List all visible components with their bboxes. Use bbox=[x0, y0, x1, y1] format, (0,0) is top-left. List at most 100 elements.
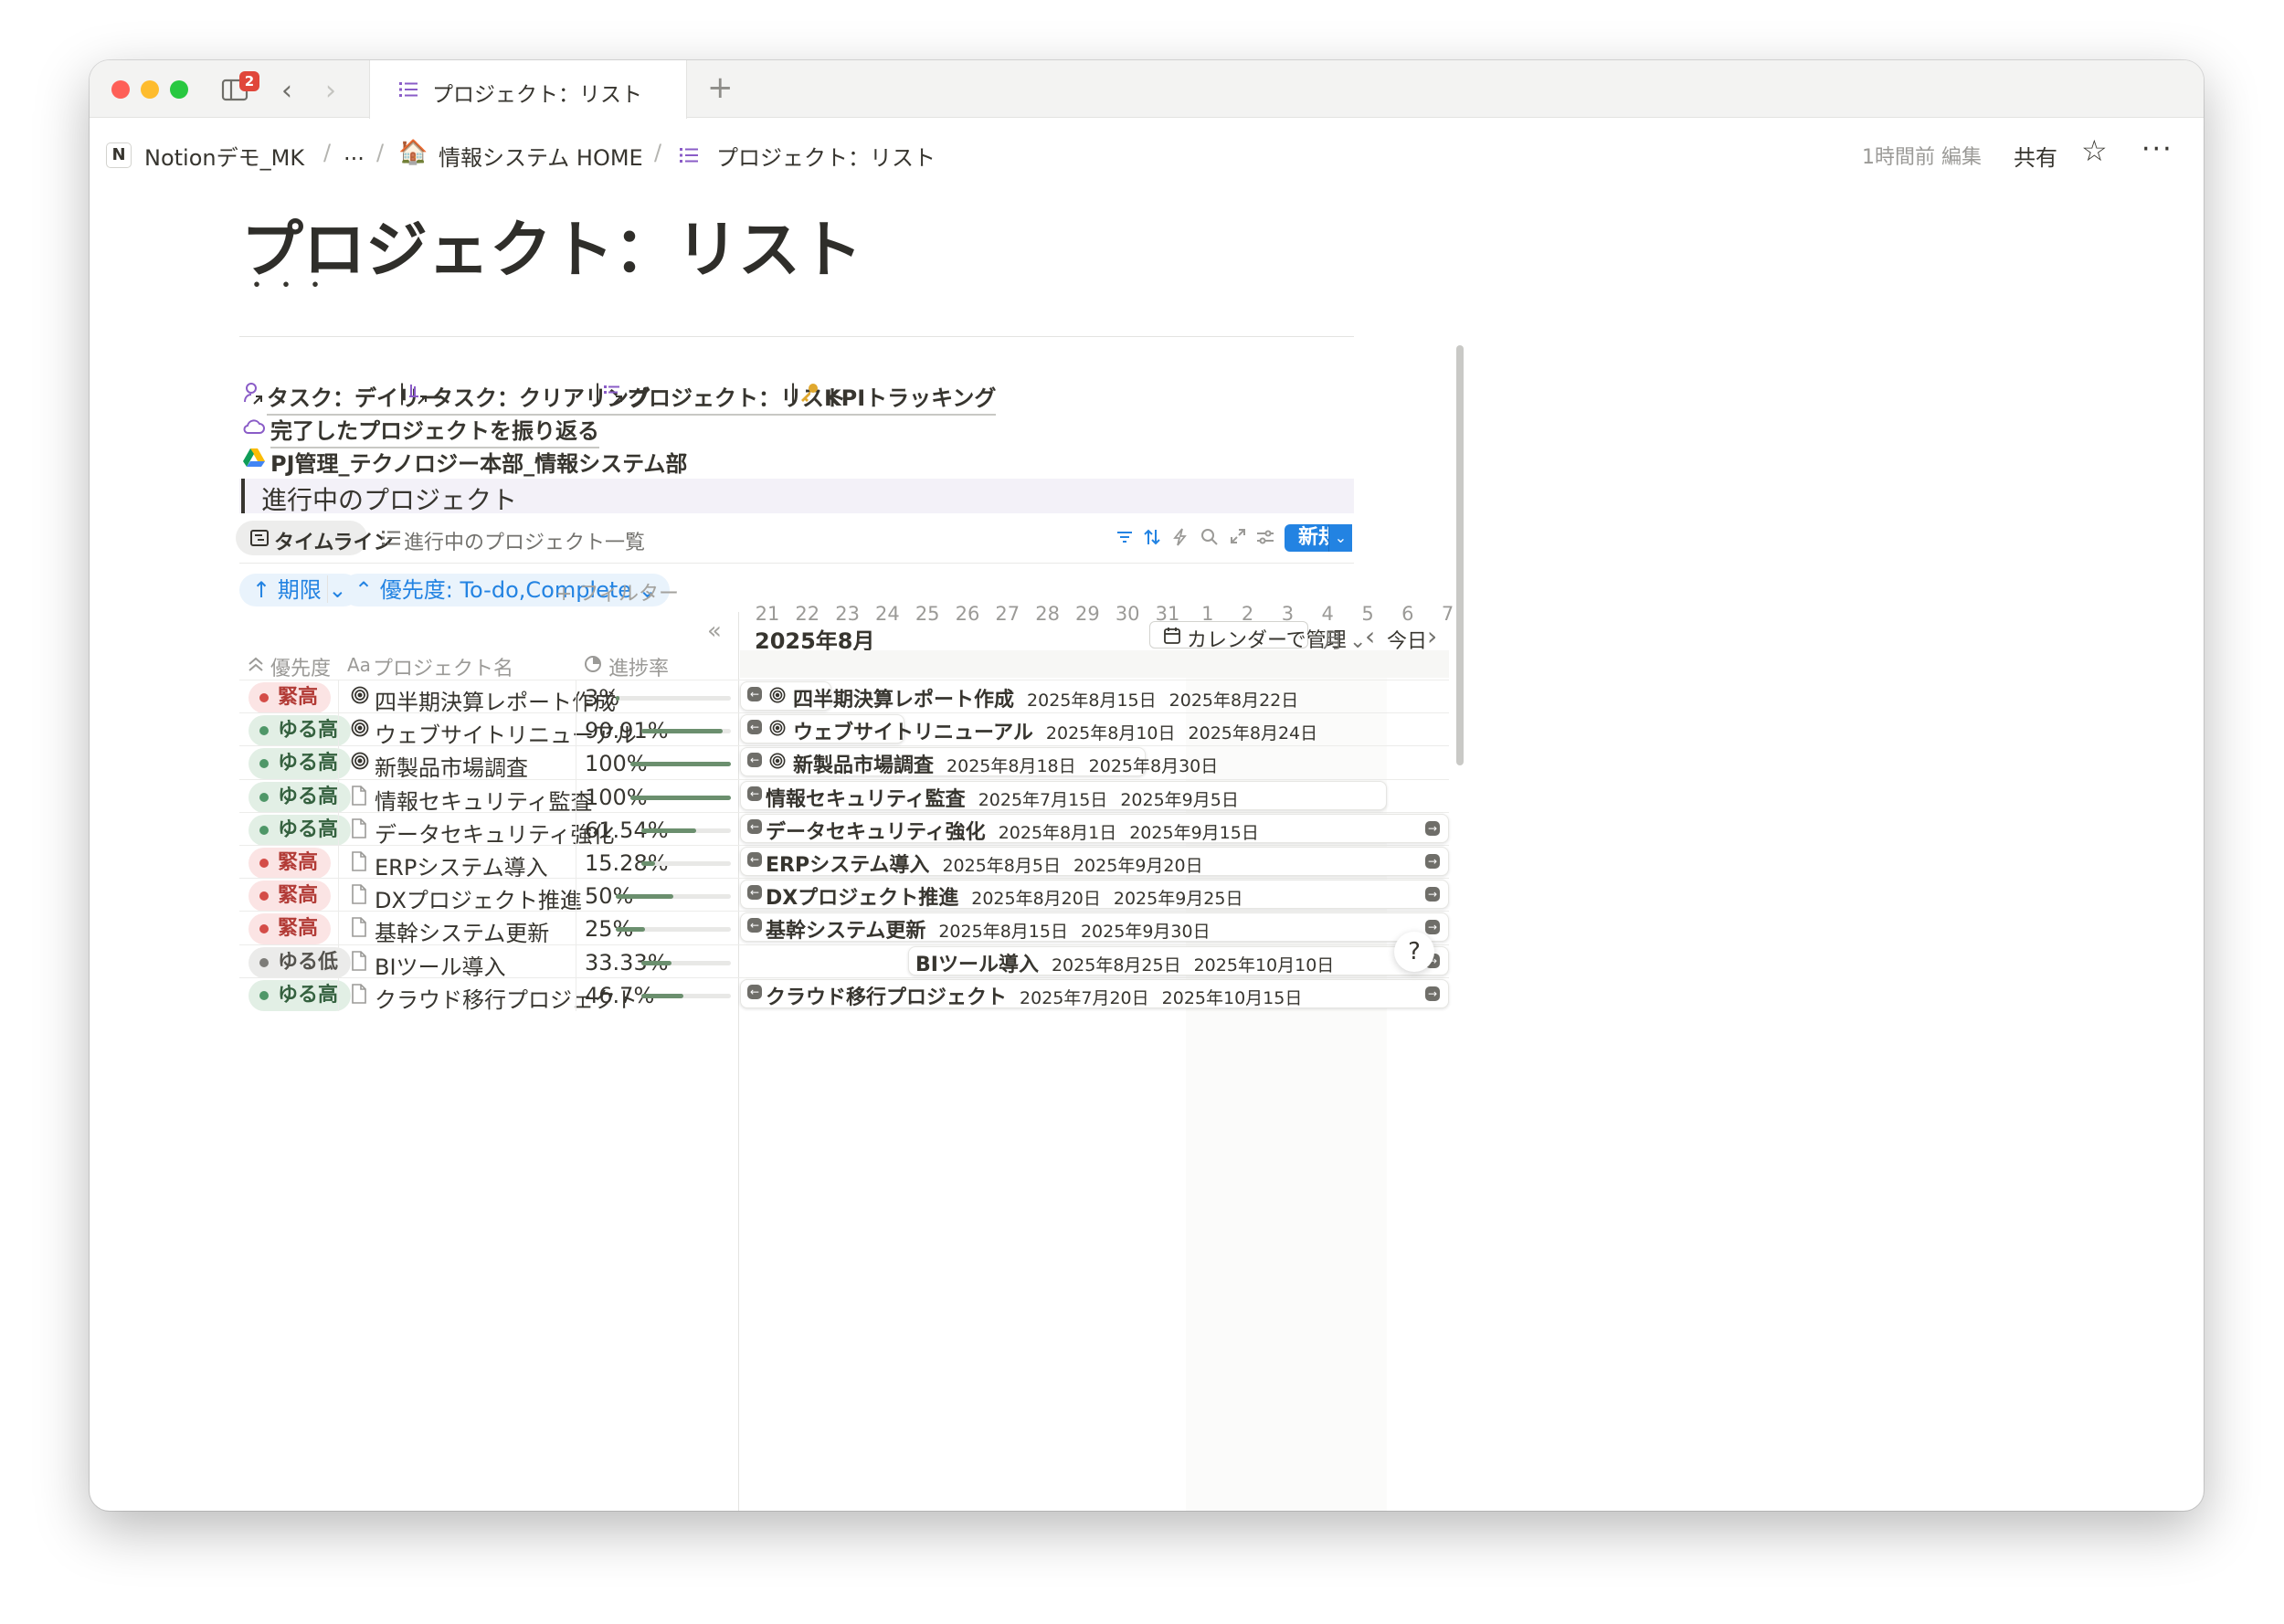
timeline-item-label: ERPシステム導入 2025年8月5日 2025年9月20日 bbox=[766, 849, 1203, 878]
progress-bar-fill bbox=[616, 927, 645, 933]
browser-tab[interactable]: プロジェクト：リスト bbox=[369, 60, 687, 119]
progress-bar bbox=[641, 828, 731, 833]
project-name[interactable]: 情報セキュリティ監査 bbox=[375, 784, 593, 816]
priority-dot bbox=[259, 693, 269, 702]
more-options-icon[interactable]: ··· bbox=[2141, 133, 2173, 165]
new-dropdown-chevron-icon[interactable]: ⌄ bbox=[1328, 524, 1352, 552]
sort-pill-label: 期限 bbox=[277, 577, 322, 603]
tab-project-list[interactable]: 進行中のプロジェクト一覧 bbox=[404, 526, 645, 555]
priority-badge[interactable]: ゆる高 bbox=[248, 748, 352, 780]
timeline-left-arrow-icon[interactable]: ← bbox=[747, 818, 762, 834]
settings-sliders-icon[interactable] bbox=[1257, 530, 1274, 544]
timeline-right-arrow-icon[interactable]: → bbox=[1425, 986, 1440, 1001]
priority-dot bbox=[259, 990, 269, 1000]
project-name[interactable]: BIツール導入 bbox=[375, 949, 506, 981]
project-name[interactable]: 四半期決算レポート作成 bbox=[375, 684, 616, 716]
priority-label: ゆる高 bbox=[278, 752, 339, 775]
timeline-start-date: 2025年8月10日 bbox=[1045, 723, 1176, 744]
column-header-progress[interactable]: 進捗率 bbox=[608, 652, 669, 681]
timeline-end-date: 2025年9月25日 bbox=[1113, 889, 1243, 910]
priority-label: ゆる高 bbox=[278, 785, 339, 808]
share-button[interactable]: 共有 bbox=[2014, 140, 2057, 172]
target-icon bbox=[769, 720, 788, 738]
priority-badge[interactable]: ゆる高 bbox=[248, 979, 352, 1011]
column-header-name[interactable]: プロジェクト名 bbox=[373, 652, 513, 681]
priority-badge[interactable]: ゆる高 bbox=[248, 814, 352, 846]
timeline-right-arrow-icon[interactable]: → bbox=[1425, 887, 1440, 902]
link-pj-management[interactable]: PJ管理_テクノロジー本部_情報システム部 bbox=[270, 446, 688, 481]
cell-divider bbox=[338, 846, 339, 879]
progress-pie-icon bbox=[585, 656, 601, 672]
quote-bar bbox=[241, 479, 245, 513]
timeline-next-icon[interactable]: › bbox=[1427, 621, 1437, 651]
priority-badge[interactable]: 緊高 bbox=[248, 881, 332, 912]
breadcrumb-current[interactable]: プロジェクト：リスト bbox=[716, 140, 936, 172]
priority-badge[interactable]: ゆる高 bbox=[248, 715, 352, 747]
timeline-left-arrow-icon[interactable]: ← bbox=[747, 753, 762, 768]
filter-icon[interactable] bbox=[1116, 530, 1133, 544]
project-name[interactable]: データセキュリティ強化 bbox=[375, 817, 615, 849]
expand-icon[interactable] bbox=[1230, 528, 1246, 544]
priority-badge[interactable]: ゆる高 bbox=[248, 781, 352, 813]
breadcrumb-ellipsis[interactable]: ... bbox=[344, 140, 365, 165]
priority-badge[interactable]: 緊高 bbox=[248, 913, 332, 945]
zoom-window-button[interactable] bbox=[170, 80, 188, 99]
progress-bar bbox=[616, 696, 731, 701]
timeline-left-arrow-icon[interactable]: ← bbox=[747, 918, 762, 933]
callout-text: 進行中のプロジェクト bbox=[261, 485, 518, 515]
close-window-button[interactable] bbox=[111, 80, 130, 99]
timeline-left-arrow-icon[interactable]: ← bbox=[747, 720, 762, 735]
last-edited: 1時間前 編集 bbox=[1862, 146, 1982, 169]
breadcrumb-parent[interactable]: 情報システム HOME bbox=[439, 140, 643, 172]
favorite-star-icon[interactable]: ☆ bbox=[2081, 133, 2108, 168]
breadcrumb-workspace[interactable]: Notionデモ_MK bbox=[144, 140, 304, 172]
priority-badge[interactable]: 緊高 bbox=[248, 682, 332, 713]
timeline-item-name: データセキュリティ強化 bbox=[766, 820, 986, 844]
add-filter-button[interactable]: + フィルター bbox=[555, 577, 679, 606]
timeline-item-label: 新製品市場調査 2025年8月18日 2025年8月30日 bbox=[793, 749, 1218, 778]
project-name[interactable]: 新製品市場調査 bbox=[375, 750, 528, 782]
day-label: 23 bbox=[835, 603, 860, 625]
tab-timeline[interactable]: タイムライン bbox=[236, 521, 393, 555]
minimize-window-button[interactable] bbox=[141, 80, 159, 99]
person-arrow-icon bbox=[243, 382, 263, 406]
scrollbar-thumb[interactable] bbox=[1456, 345, 1464, 765]
link-separator: | bbox=[398, 380, 407, 406]
column-header-priority[interactable]: 優先度 bbox=[270, 652, 331, 681]
back-icon[interactable]: ‹ bbox=[281, 75, 292, 107]
forward-icon[interactable]: › bbox=[325, 75, 336, 107]
link-separator: | bbox=[789, 380, 798, 406]
progress-bar-fill bbox=[641, 729, 724, 734]
timeline-left-arrow-icon[interactable]: ← bbox=[747, 984, 762, 999]
sort-icon[interactable] bbox=[1144, 528, 1160, 546]
link-kpi-tracking[interactable]: KPIトラッキング bbox=[824, 380, 997, 416]
automation-icon[interactable] bbox=[1173, 528, 1188, 546]
timeline-left-arrow-icon[interactable]: ← bbox=[747, 687, 762, 701]
collapse-table-icon[interactable]: « bbox=[707, 617, 722, 645]
timeline-right-arrow-icon[interactable]: → bbox=[1425, 820, 1440, 836]
timeline-left-arrow-icon[interactable]: ← bbox=[747, 885, 762, 901]
help-assistant-icon[interactable]: ? bbox=[1394, 932, 1434, 972]
calendar-icon bbox=[1163, 627, 1181, 645]
timeline-left-arrow-icon[interactable]: ← bbox=[747, 786, 762, 801]
priority-badge[interactable]: 緊高 bbox=[248, 848, 332, 879]
priority-badge[interactable]: ゆる低 bbox=[248, 946, 352, 978]
timeline-right-arrow-icon[interactable]: → bbox=[1425, 920, 1440, 935]
timeline-prev-icon[interactable]: ‹ bbox=[1365, 621, 1375, 651]
search-icon[interactable] bbox=[1200, 528, 1219, 546]
day-label: 27 bbox=[995, 603, 1020, 625]
page-title[interactable]: プロジェクト：リスト bbox=[241, 199, 862, 290]
document-icon bbox=[351, 817, 373, 842]
timeline-item-name: ウェブサイトリニューアル bbox=[793, 722, 1033, 745]
new-tab-button[interactable]: + bbox=[707, 69, 734, 106]
project-name[interactable]: DXプロジェクト推進 bbox=[375, 882, 582, 914]
timeline-right-arrow-icon[interactable]: → bbox=[1425, 854, 1440, 869]
list-arrow-icon bbox=[603, 384, 625, 406]
workspace-icon[interactable]: N bbox=[106, 142, 132, 168]
timeline-left-arrow-icon[interactable]: ← bbox=[747, 852, 762, 867]
project-name[interactable]: ERPシステム導入 bbox=[375, 849, 548, 881]
project-name[interactable]: 基幹システム更新 bbox=[375, 915, 549, 947]
link-review-completed[interactable]: 完了したプロジェクトを振り返る bbox=[270, 413, 599, 448]
calendar-manage-button[interactable]: カレンダーで管理 bbox=[1149, 621, 1347, 652]
progress-bar bbox=[630, 795, 731, 800]
